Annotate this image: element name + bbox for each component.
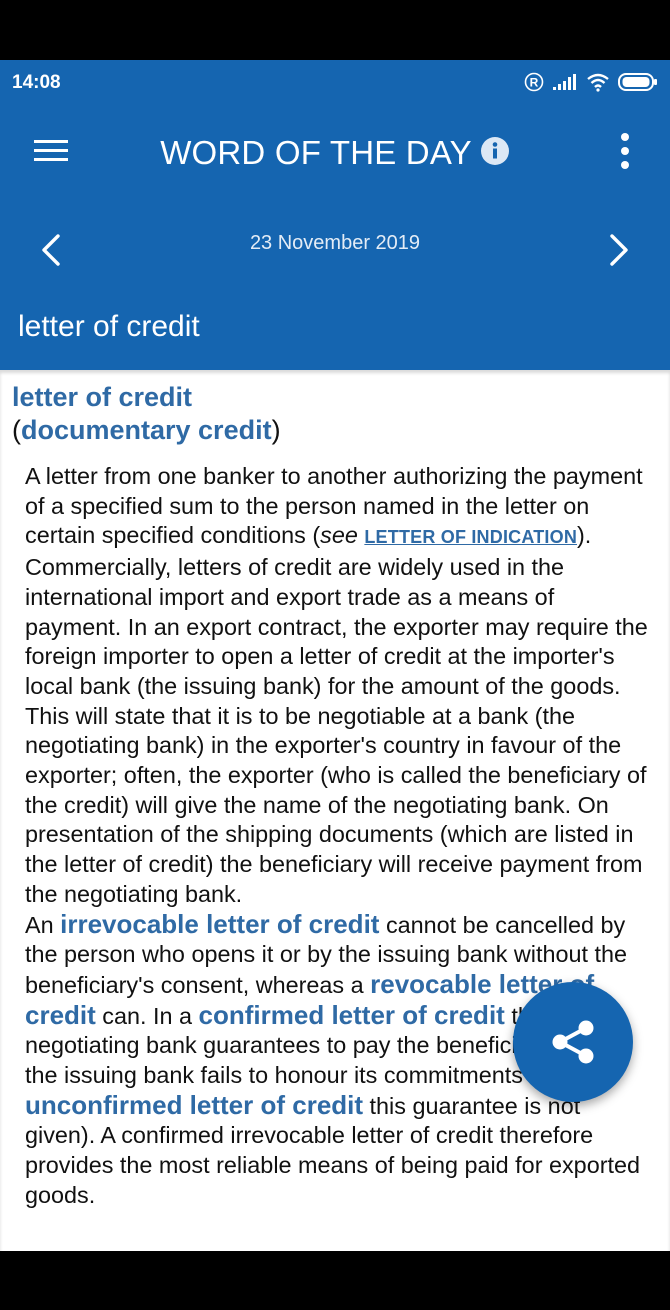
definition-paragraph: A letter from one banker to another auth… xyxy=(25,462,650,910)
more-vert-icon[interactable] xyxy=(608,130,642,174)
see-label: see xyxy=(320,522,358,549)
page-title: WORD OF THE DAY xyxy=(160,134,472,171)
keyword-unconfirmed: unconfirmed letter of credit xyxy=(25,1089,364,1120)
status-icons: R xyxy=(524,70,658,94)
headword: letter of credit xyxy=(12,382,193,412)
signal-icon xyxy=(553,74,576,90)
navigation-bar xyxy=(0,1251,670,1310)
term-title: letter of credit xyxy=(18,310,200,343)
share-button[interactable] xyxy=(513,982,633,1102)
svg-text:R: R xyxy=(530,76,539,90)
battery-icon xyxy=(618,73,657,91)
variant-term: documentary credit xyxy=(21,415,272,445)
status-time: 14:08 xyxy=(12,72,61,93)
variant-line: (documentary credit) xyxy=(12,415,281,446)
app-bar: 14:08 R WORD OF THE DAY 23 November 2019… xyxy=(0,60,670,370)
registered-icon: R xyxy=(524,72,544,92)
date-label: 23 November 2019 xyxy=(249,232,421,254)
text-segment: An xyxy=(25,911,61,938)
wifi-icon xyxy=(587,73,609,92)
chevron-right-icon[interactable] xyxy=(600,228,636,272)
variant-open-paren: ( xyxy=(12,415,21,445)
text-segment: ). Commercially, letters of credit are w… xyxy=(25,522,648,907)
status-bar: 14:08 R xyxy=(0,60,670,104)
text-segment: can. In a xyxy=(95,1002,199,1029)
top-black-bar xyxy=(0,0,670,60)
keyword-irrevocable: irrevocable letter of credit xyxy=(60,908,380,939)
info-icon[interactable] xyxy=(480,136,510,171)
share-icon xyxy=(552,1020,594,1064)
definition-content: letter of credit (documentary credit) A … xyxy=(0,370,670,1251)
title-bar: WORD OF THE DAY xyxy=(0,134,670,172)
keyword-confirmed: confirmed letter of credit xyxy=(198,999,505,1030)
variant-close-paren: ) xyxy=(271,415,281,445)
cross-reference-link[interactable]: LETTER OF INDICATION xyxy=(364,527,577,547)
